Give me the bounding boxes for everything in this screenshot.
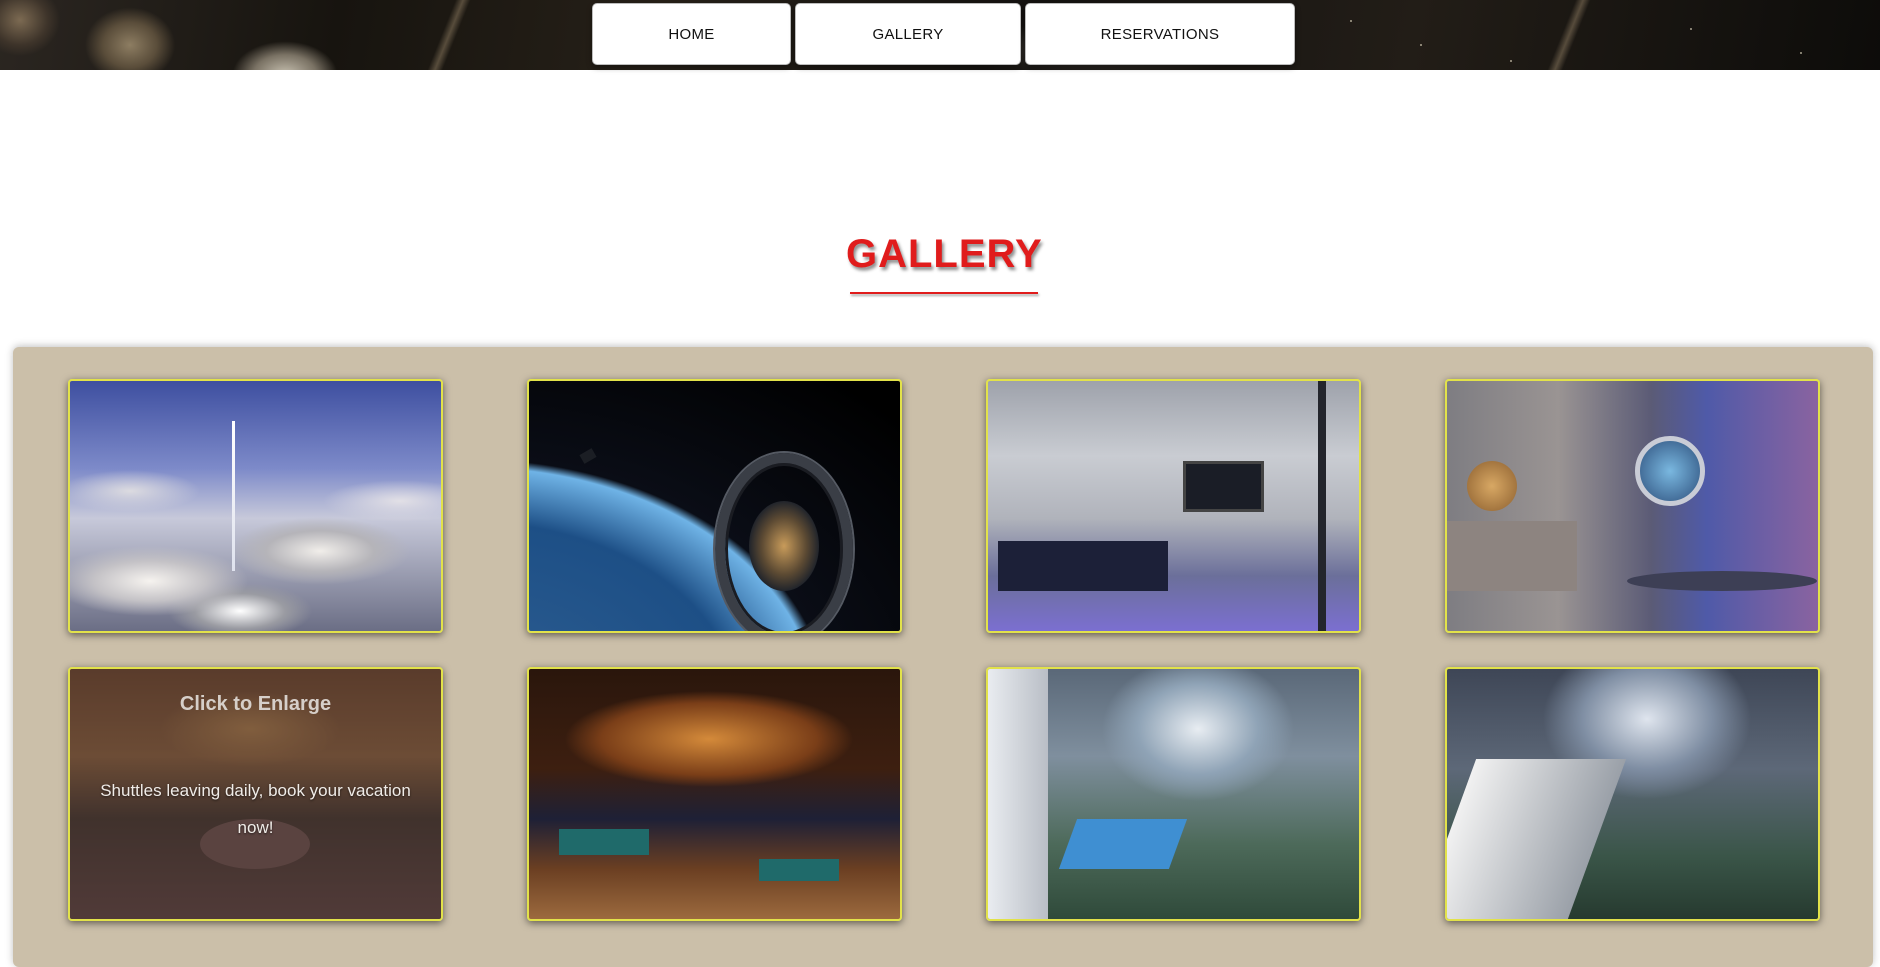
gallery-image-4[interactable]: [1445, 379, 1820, 633]
bed: [998, 541, 1168, 591]
bed: [1447, 521, 1577, 591]
door-frame: [1318, 381, 1326, 631]
gallery-image-5[interactable]: Click to Enlarge Shuttles leaving daily,…: [68, 667, 443, 921]
gallery-image-8[interactable]: [1445, 667, 1820, 921]
gallery-image-3[interactable]: [986, 379, 1361, 633]
porthole: [1635, 436, 1705, 506]
nav-home-button[interactable]: HOME: [592, 3, 791, 65]
promo-caption: Shuttles leaving daily, book your vacati…: [100, 781, 411, 837]
banner-star: [1800, 52, 1802, 54]
banner-streak: [1541, 0, 1593, 70]
banner-star: [1510, 60, 1512, 62]
banner-star: [1420, 44, 1422, 46]
nav-reservations-button[interactable]: RESERVATIONS: [1025, 3, 1295, 65]
banner-star: [1350, 20, 1352, 22]
nav-gallery-button[interactable]: GALLERY: [795, 3, 1021, 65]
table: [1627, 571, 1817, 591]
gallery-image-1[interactable]: [68, 379, 443, 633]
pool-table: [759, 859, 839, 881]
building-wall: [1447, 759, 1627, 919]
banner-streak: [421, 0, 473, 70]
saturn-decor: [1467, 461, 1517, 511]
building-wall: [988, 669, 1048, 919]
shuttle: [579, 448, 597, 464]
image-hover-overlay[interactable]: Click to Enlarge Shuttles leaving daily,…: [70, 669, 441, 919]
gallery-panel: Click to Enlarge Shuttles leaving daily,…: [13, 347, 1873, 967]
gallery-image-6[interactable]: [527, 667, 902, 921]
wall-screen: [1183, 461, 1264, 512]
station-hub: [749, 501, 819, 591]
title-underline: [850, 292, 1038, 294]
rocket-trail: [232, 421, 235, 571]
pool-table: [559, 829, 649, 855]
page-heading: GALLERY: [846, 232, 1042, 277]
gallery-image-2[interactable]: [527, 379, 902, 633]
page-title: GALLERY: [846, 232, 1043, 276]
gallery-image-7[interactable]: [986, 667, 1361, 921]
pool: [1058, 819, 1188, 869]
enlarge-caption: Click to Enlarge: [179, 693, 332, 715]
banner-star: [1690, 28, 1692, 30]
